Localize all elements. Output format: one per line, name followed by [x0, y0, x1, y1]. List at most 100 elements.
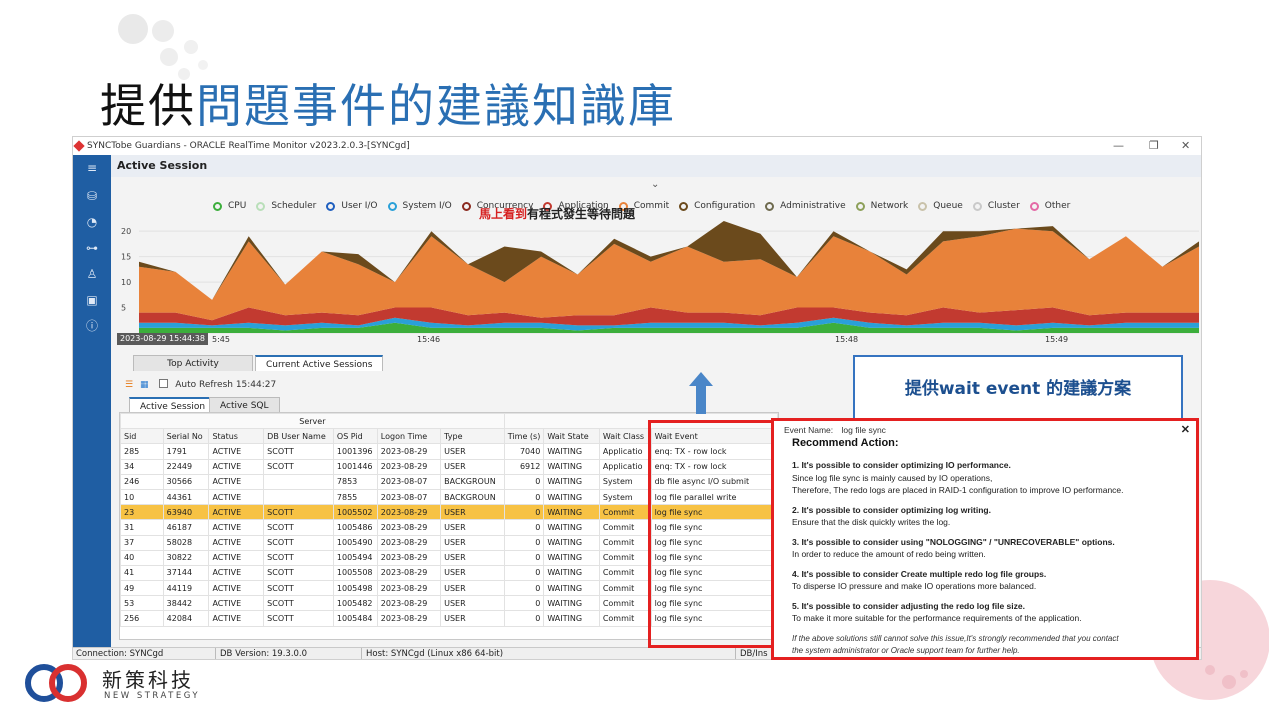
legend-item[interactable]: Scheduler: [256, 201, 316, 211]
minimize-icon[interactable]: —: [1113, 137, 1124, 155]
table-cell: 7855: [332, 488, 378, 506]
restore-icon[interactable]: ❐: [1149, 137, 1159, 155]
table-cell: SCOTT: [263, 458, 334, 475]
info-icon[interactable]: ⓘ: [84, 319, 100, 333]
table-cell: BACKGROUN: [440, 473, 505, 490]
tab-current-active-sessions[interactable]: Current Active Sessions: [255, 355, 384, 371]
column-header[interactable]: DB User Name: [263, 428, 334, 445]
menu-icon[interactable]: ≡: [84, 161, 100, 175]
event-name-value: log file sync: [841, 425, 886, 435]
table-cell: USER: [440, 610, 505, 627]
table-cell: SCOTT: [263, 519, 334, 536]
table-cell: ACTIVE: [208, 580, 265, 597]
legend-item[interactable]: Other: [1029, 201, 1071, 211]
topology-icon[interactable]: ⊶: [84, 241, 100, 255]
table-cell: SCOTT: [263, 610, 334, 627]
legend-item[interactable]: Queue: [918, 201, 963, 211]
column-header[interactable]: Type: [440, 428, 505, 445]
table-cell: 1001396: [332, 443, 378, 460]
arrow-up-icon: [689, 372, 713, 414]
chart-legend: CPU Scheduler User I/O System I/O Concurrenc…: [213, 201, 1080, 215]
table-cell: Commit: [598, 595, 652, 612]
column-header[interactable]: Wait State: [543, 428, 600, 445]
table-cell: 285: [120, 443, 164, 460]
chart-timestamp: 2023-08-29 15:44:38: [117, 333, 208, 345]
table-cell: SCOTT: [263, 595, 334, 612]
gauge-icon[interactable]: ◔: [84, 215, 100, 229]
hierarchy-icon[interactable]: ♙: [84, 267, 100, 281]
table-cell: 22449: [162, 458, 210, 475]
column-header[interactable]: Wait Class: [598, 428, 652, 445]
tab-top-activity[interactable]: Top Activity: [133, 355, 253, 371]
legend-item[interactable]: Administrative: [765, 201, 846, 211]
logo-chinese-name: 新策科技: [102, 668, 194, 692]
table-cell: 7040: [503, 443, 545, 460]
table-cell: 31: [120, 519, 164, 536]
table-cell: 30822: [162, 549, 210, 566]
legend-item[interactable]: Configuration: [679, 201, 755, 211]
advice-item-heading: 1. It's possible to consider optimizing …: [792, 460, 1011, 470]
sidebar: ≡ ⛁ ◔ ⊶ ♙ ▣ ⓘ: [73, 155, 111, 647]
column-header[interactable]: Sid: [120, 428, 164, 445]
table-cell: 10: [120, 488, 164, 506]
legend-item[interactable]: System I/O: [387, 201, 452, 211]
x-tick-3: 15:48: [835, 335, 859, 344]
column-header[interactable]: Time (s): [503, 428, 545, 445]
column-header[interactable]: OS Pid: [332, 428, 378, 445]
table-cell: System: [598, 488, 652, 506]
table-cell: USER: [440, 595, 505, 612]
table-cell: WAITING: [543, 610, 600, 627]
slide-title: 提供問題事件的建議知識庫: [100, 70, 676, 136]
x-tick-2: 15:46: [417, 335, 441, 344]
table-cell: ACTIVE: [208, 458, 265, 475]
auto-refresh-checkbox[interactable]: [159, 379, 169, 388]
chart-svg: 20 15 10 5: [121, 221, 1199, 334]
legend-label: Other: [1044, 201, 1071, 211]
advice-item: 4. It's possible to consider Create mult…: [792, 568, 1186, 593]
advice-panel: Event Name: log file sync ✕ Recommend Ac…: [771, 418, 1199, 660]
legend-item[interactable]: Cluster: [972, 201, 1020, 211]
legend-marker: [1029, 201, 1039, 211]
close-advice-icon[interactable]: ✕: [1181, 423, 1190, 436]
table-cell: 37144: [162, 564, 210, 582]
table-cell: 2023-08-29: [376, 549, 442, 566]
table-cell: 37: [120, 534, 164, 551]
table-cell: ACTIVE: [208, 534, 265, 551]
hint-text: 馬上看到有程式發生等待問題: [479, 205, 635, 222]
hint-black-text: 有程式發生等待問題: [527, 207, 636, 221]
column-header[interactable]: Serial No: [162, 428, 210, 445]
grid-menu-icon[interactable]: ☰: [125, 380, 133, 390]
legend-marker: [972, 201, 982, 211]
legend-label: Commit: [633, 201, 670, 211]
column-header[interactable]: Status: [208, 428, 265, 445]
advice-item-heading: 4. It's possible to consider Create mult…: [792, 568, 1047, 579]
advice-item: 3. It's possible to consider using "NOLO…: [792, 536, 1186, 561]
table-cell: 0: [503, 564, 545, 582]
column-header[interactable]: Logon Time: [376, 428, 442, 445]
tab-active-session[interactable]: Active Session: [129, 397, 217, 413]
slide-title-part2: 問題事件的建議知識庫: [196, 79, 676, 133]
collapse-chevron-icon[interactable]: ⌄: [651, 179, 659, 190]
table-cell: ACTIVE: [208, 473, 265, 490]
tab-active-sql[interactable]: Active SQL: [209, 397, 280, 413]
hint-red-text: 馬上看到: [479, 207, 528, 221]
legend-item[interactable]: User I/O: [326, 201, 378, 211]
table-cell: SCOTT: [263, 549, 334, 566]
table-cell: 63940: [162, 504, 210, 521]
monitor-icon[interactable]: ▣: [84, 293, 100, 307]
table-cell: 44119: [162, 580, 210, 597]
legend-item[interactable]: CPU: [213, 201, 246, 211]
advice-item-heading: 2. It's possible to consider optimizing …: [792, 504, 991, 515]
legend-item[interactable]: Network: [855, 201, 908, 211]
table-cell: 2023-08-29: [376, 595, 442, 612]
table-cell: 2023-08-29: [376, 534, 442, 551]
table-cell: 0: [503, 580, 545, 597]
close-window-icon[interactable]: ✕: [1181, 137, 1190, 155]
table-cell: 49: [120, 580, 164, 597]
database-icon[interactable]: ⛁: [84, 189, 100, 203]
columns-icon[interactable]: ▦: [140, 380, 149, 390]
table-cell: 1005502: [332, 504, 378, 521]
table-cell: 1005490: [332, 534, 378, 551]
legend-label: User I/O: [341, 201, 378, 211]
legend-label: CPU: [228, 201, 247, 211]
